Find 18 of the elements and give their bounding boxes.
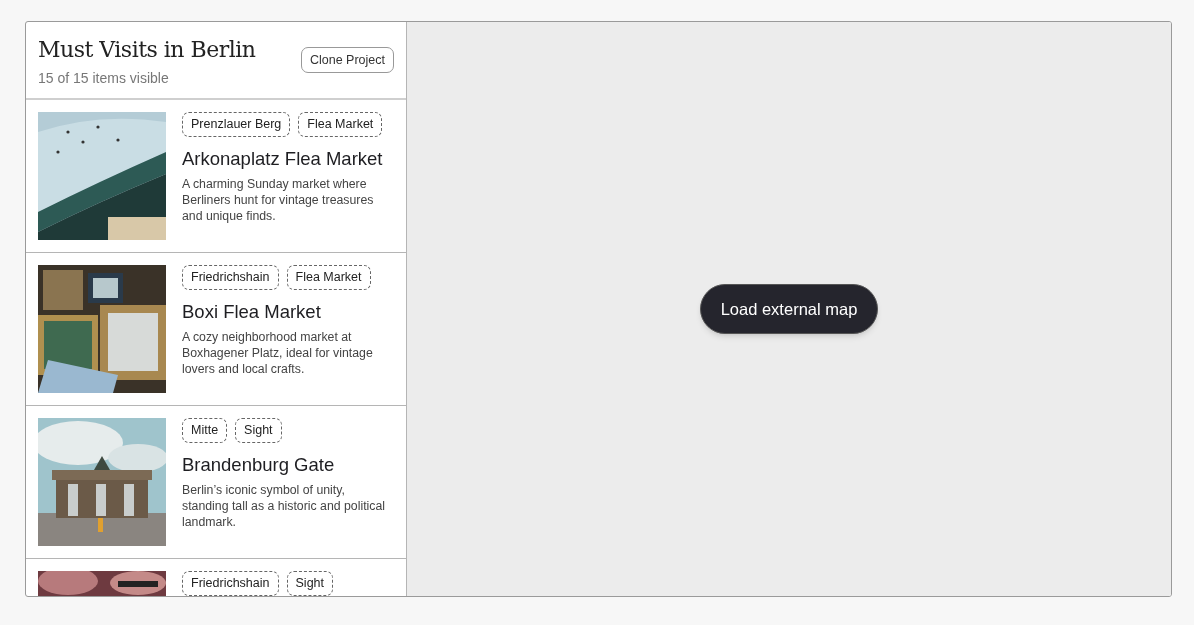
place-title: Brandenburg Gate — [182, 453, 336, 477]
project-title: Must Visits in Berlin — [38, 36, 256, 64]
place-description: A cozy neighborhood market at Boxhagener Platz, ideal for vintage lovers and local crafts. — [182, 329, 374, 377]
tag: Friedrichshain — [182, 571, 279, 596]
tag: Mitte — [182, 418, 228, 443]
place-title: Boxi Flea Market — [182, 300, 322, 324]
tag: Flea Market — [298, 112, 383, 137]
load-map-button[interactable]: Load external map — [699, 284, 879, 334]
tag: Sight — [286, 571, 333, 596]
place-title: Arkonaplatz Flea Market — [182, 147, 384, 171]
items-count: 15 of 15 items visible — [38, 69, 170, 88]
clone-project-button[interactable]: Clone Project — [300, 47, 394, 73]
tag: Friedrichshain — [182, 265, 279, 290]
tag: Flea Market — [286, 265, 371, 290]
tag: Prenzlauer Berg — [182, 112, 291, 137]
place-description: Berlin’s iconic symbol of unity, standing tall as a historic and political landmark. — [182, 482, 386, 530]
place-description: A charming Sunday market where Berliners hunt for vintage treasures and unique finds. — [182, 176, 375, 224]
tag: Sight — [235, 418, 282, 443]
